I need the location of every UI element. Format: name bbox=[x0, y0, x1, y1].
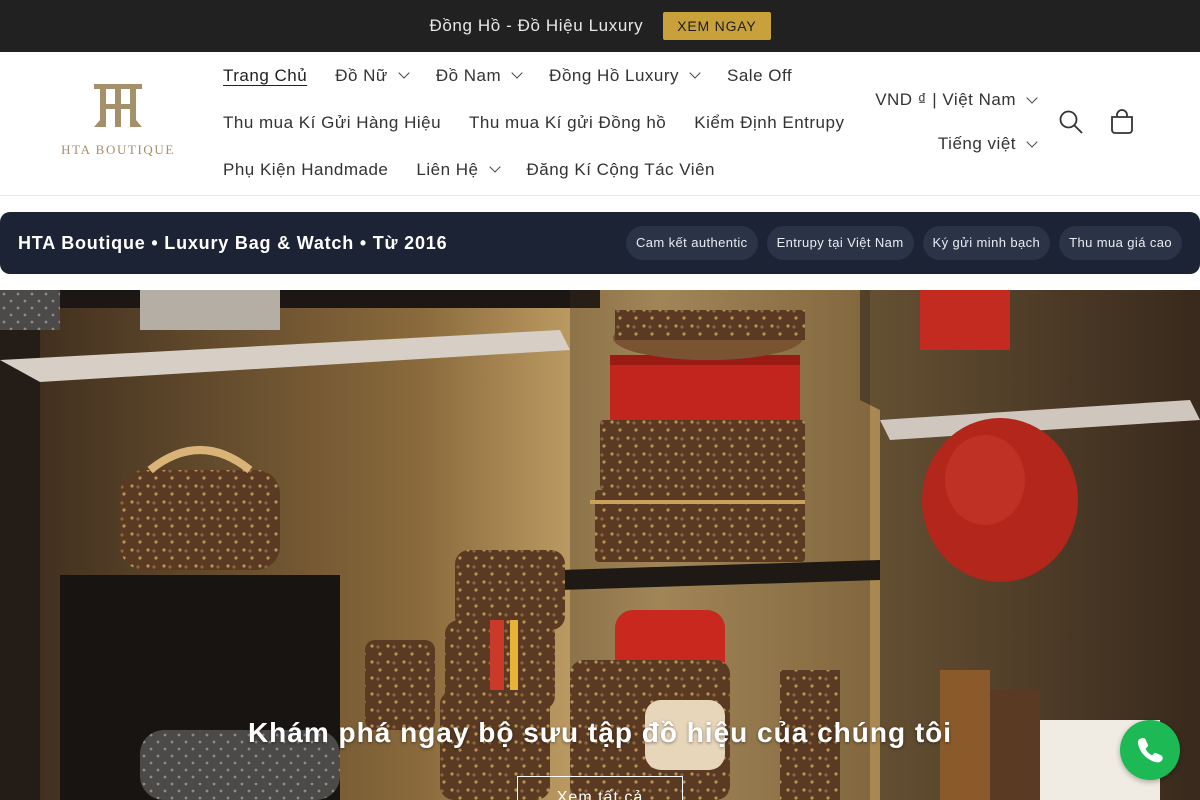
nav-item-label: Thu mua Kí gửi Đồng hồ bbox=[469, 112, 667, 132]
nav-row-1: Trang Chủ Đồ Nữ Đồ Nam Đồng Hồ Luxury Sa… bbox=[209, 52, 849, 99]
nav-item-accessories[interactable]: Phụ Kiện Handmade bbox=[209, 160, 402, 180]
chevron-down-icon bbox=[1026, 135, 1038, 148]
nav-item-entrupy[interactable]: Kiểm Định Entrupy bbox=[680, 113, 858, 133]
nav-item-label: Đồng Hồ Luxury bbox=[549, 65, 680, 85]
badge-consignment: Ký gửi minh bạch bbox=[922, 226, 1051, 260]
logo[interactable]: HTA BOUTIQUE bbox=[60, 84, 176, 164]
search-button[interactable] bbox=[1051, 102, 1091, 142]
language-label: Tiếng việt bbox=[937, 134, 1016, 153]
badge-authentic: Cam kết authentic bbox=[625, 226, 758, 260]
nav-item-men[interactable]: Đồ Nam bbox=[422, 66, 535, 86]
nav-item-consign-bags[interactable]: Thu mua Kí Gửi Hàng Hiệu bbox=[209, 113, 455, 133]
phone-call-button[interactable] bbox=[1120, 720, 1180, 780]
nav-item-watches[interactable]: Đồng Hồ Luxury bbox=[535, 66, 713, 86]
nav-item-label: Đăng Kí Cộng Tác Viên bbox=[526, 159, 715, 179]
info-strip: HTA Boutique • Luxury Bag & Watch • Từ 2… bbox=[0, 212, 1200, 274]
nav-item-label: Đồ Nam bbox=[435, 65, 502, 85]
site-header: HTA BOUTIQUE Trang Chủ Đồ Nữ Đồ Nam Đồng… bbox=[0, 52, 1200, 196]
view-all-button[interactable]: Xem tất cả bbox=[517, 776, 683, 800]
announcement-text: Đồng Hồ - Đồ Hiệu Luxury bbox=[429, 16, 644, 35]
badge-list: Cam kết authentic Entrupy tại Việt Nam K… bbox=[625, 226, 1182, 260]
nav-item-contact[interactable]: Liên Hệ bbox=[402, 160, 512, 180]
hero-banner: Khám phá ngay bộ sưu tập đồ hiệu của chú… bbox=[0, 290, 1200, 800]
nav-item-home[interactable]: Trang Chủ bbox=[209, 66, 321, 86]
cart-icon bbox=[1111, 109, 1133, 134]
nav-row-2: Thu mua Kí Gửi Hàng Hiệu Thu mua Kí gửi … bbox=[209, 99, 849, 146]
cart-button[interactable] bbox=[1102, 102, 1142, 142]
nav-item-label: Thu mua Kí Gửi Hàng Hiệu bbox=[223, 112, 442, 132]
currency-label: VND ₫ | Việt Nam bbox=[875, 90, 1016, 109]
nav-item-consign-watches[interactable]: Thu mua Kí gửi Đồng hồ bbox=[455, 113, 680, 133]
nav-item-sale[interactable]: Sale Off bbox=[713, 66, 806, 86]
main-nav: Trang Chủ Đồ Nữ Đồ Nam Đồng Hồ Luxury Sa… bbox=[209, 52, 849, 193]
nav-item-label: Liên Hệ bbox=[416, 159, 479, 179]
chevron-down-icon bbox=[488, 161, 501, 173]
logo-monogram-icon bbox=[94, 84, 142, 127]
search-icon bbox=[1059, 110, 1083, 134]
badge-entrupy: Entrupy tại Việt Nam bbox=[766, 226, 914, 260]
nav-item-affiliate[interactable]: Đăng Kí Cộng Tác Viên bbox=[513, 160, 730, 180]
announcement-bar: Đồng Hồ - Đồ Hiệu Luxury XEM NGAY bbox=[0, 0, 1200, 52]
chevron-down-icon bbox=[511, 67, 523, 79]
chevron-down-icon bbox=[689, 67, 701, 79]
nav-item-label: Đồ Nữ bbox=[335, 65, 388, 85]
nav-item-label: Phụ Kiện Handmade bbox=[223, 159, 389, 179]
language-selector[interactable]: Tiếng việt bbox=[937, 134, 1038, 154]
announcement-button[interactable]: XEM NGAY bbox=[663, 12, 771, 40]
currency-selector[interactable]: VND ₫ | Việt Nam bbox=[875, 90, 1038, 110]
nav-item-label: Sale Off bbox=[727, 65, 793, 85]
nav-item-label: Kiểm Định Entrupy bbox=[694, 112, 845, 132]
logo-text: HTA BOUTIQUE bbox=[61, 142, 175, 157]
chevron-down-icon bbox=[398, 67, 410, 79]
hero-heading: Khám phá ngay bộ sưu tập đồ hiệu của chú… bbox=[247, 717, 953, 748]
strip-title: HTA Boutique • Luxury Bag & Watch • Từ 2… bbox=[18, 232, 448, 253]
nav-item-label: Trang Chủ bbox=[223, 65, 308, 85]
chevron-down-icon bbox=[1026, 91, 1038, 104]
nav-row-3: Phụ Kiện Handmade Liên Hệ Đăng Kí Cộng T… bbox=[209, 146, 849, 193]
badge-buyback: Thu mua giá cao bbox=[1059, 226, 1182, 260]
phone-icon bbox=[1137, 738, 1163, 763]
nav-item-women[interactable]: Đồ Nữ bbox=[321, 66, 422, 86]
